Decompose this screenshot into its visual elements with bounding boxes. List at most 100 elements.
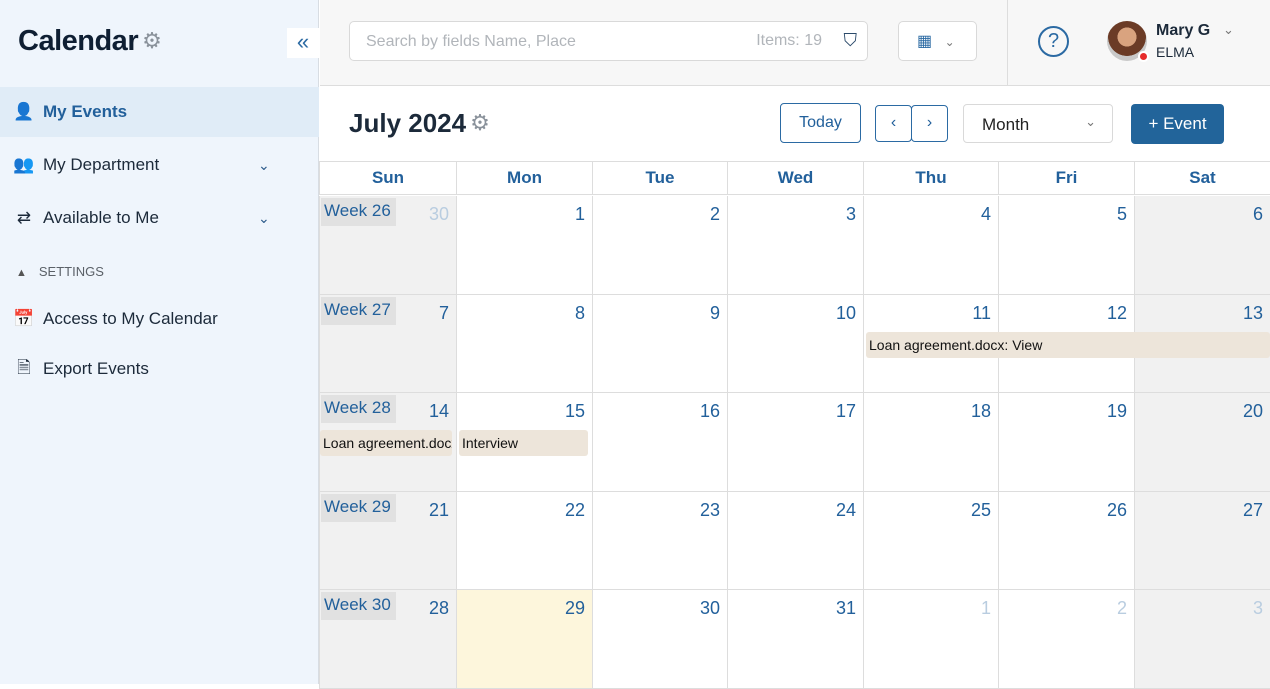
today-button[interactable]: Today <box>780 103 861 143</box>
day-number[interactable]: 14 <box>429 401 449 422</box>
day-cell[interactable]: 10 <box>727 294 863 393</box>
event-chip[interactable]: Interview <box>459 430 588 456</box>
day-cell[interactable]: 1 <box>456 196 592 295</box>
day-number[interactable]: 16 <box>700 401 720 422</box>
sidebar-item-my-events[interactable]: 👤 My Events <box>0 87 319 137</box>
user-name[interactable]: Mary G <box>1156 22 1210 40</box>
day-cell[interactable]: 1 <box>863 590 998 689</box>
prev-month-button[interactable]: ‹ <box>875 105 912 142</box>
day-number[interactable]: 29 <box>565 598 585 619</box>
day-number[interactable]: 23 <box>700 500 720 521</box>
day-number[interactable]: 17 <box>836 401 856 422</box>
chevron-down-icon[interactable]: ⌄ <box>1223 22 1234 38</box>
day-number[interactable]: 27 <box>1243 500 1263 521</box>
items-count: Items: 19 <box>756 32 822 49</box>
day-number[interactable]: 19 <box>1107 401 1127 422</box>
day-cell[interactable]: 28 Week 30 <box>319 590 456 689</box>
view-select[interactable]: Month ⌄ <box>963 104 1113 143</box>
calendar-edit-icon: 📅 <box>13 309 35 328</box>
day-number[interactable]: 10 <box>836 303 856 324</box>
gear-icon[interactable]: ⚙ <box>142 28 162 54</box>
sidebar-item-available-to-me[interactable]: ⇄ Available to Me ⌄ <box>0 193 319 243</box>
week-label[interactable]: Week 30 <box>321 592 396 620</box>
day-number[interactable]: 5 <box>1117 204 1127 225</box>
day-cell[interactable]: 19 <box>998 393 1134 492</box>
day-number[interactable]: 12 <box>1107 303 1127 324</box>
search-input[interactable]: Search by fields Name, Place Items: 19 ⛉ <box>349 21 868 61</box>
sidebar-item-export-events[interactable]: 🗎 Export Events <box>0 344 319 394</box>
event-chip[interactable]: Loan agreement.docx: View <box>320 430 452 456</box>
gear-icon[interactable]: ⚙ <box>470 110 490 136</box>
week-label[interactable]: Week 28 <box>321 395 396 423</box>
day-number[interactable]: 30 <box>429 204 449 225</box>
day-number[interactable]: 1 <box>981 598 991 619</box>
day-number[interactable]: 6 <box>1253 204 1263 225</box>
day-cell[interactable]: 4 <box>863 196 998 295</box>
day-cell[interactable]: 3 <box>1134 590 1270 689</box>
avatar[interactable] <box>1107 21 1149 62</box>
day-cell[interactable]: 7 Week 27 <box>319 294 456 393</box>
day-cell[interactable]: 18 <box>863 393 998 492</box>
settings-section-toggle[interactable]: ▲ SETTINGS <box>16 264 104 279</box>
day-number[interactable]: 13 <box>1243 303 1263 324</box>
day-number[interactable]: 28 <box>429 598 449 619</box>
day-cell[interactable]: 2 <box>998 590 1134 689</box>
week-label[interactable]: Week 26 <box>321 198 396 226</box>
sidebar-item-access-to-my-calendar[interactable]: 📅 Access to My Calendar <box>0 294 319 344</box>
event-chip[interactable]: Loan agreement.docx: View <box>866 331 1270 358</box>
day-number[interactable]: 24 <box>836 500 856 521</box>
day-cell[interactable]: 29 <box>456 590 592 689</box>
day-number[interactable]: 3 <box>846 204 856 225</box>
day-cell[interactable]: 30 <box>592 590 727 689</box>
day-cell[interactable]: 24 <box>727 491 863 590</box>
day-number[interactable]: 2 <box>1117 598 1127 619</box>
add-event-button[interactable]: + Event <box>1131 104 1224 144</box>
week-label[interactable]: Week 27 <box>321 296 396 325</box>
day-cell[interactable]: 23 <box>592 491 727 590</box>
day-cell[interactable]: 5 <box>998 196 1134 295</box>
day-number[interactable]: 26 <box>1107 500 1127 521</box>
chevron-down-icon[interactable]: ⌄ <box>258 210 270 227</box>
day-cell[interactable]: 26 <box>998 491 1134 590</box>
day-number[interactable]: 20 <box>1243 401 1263 422</box>
calendar-picker-button[interactable]: ▦ ⌄ <box>898 21 977 61</box>
day-cell[interactable]: 2 <box>592 196 727 295</box>
day-cell[interactable]: 20 <box>1134 393 1270 492</box>
day-number[interactable]: 11 <box>972 303 991 324</box>
next-month-button[interactable]: › <box>911 105 948 142</box>
help-icon[interactable]: ? <box>1038 26 1069 57</box>
day-number[interactable]: 30 <box>700 598 720 619</box>
week-label[interactable]: Week 29 <box>321 493 396 522</box>
day-number[interactable]: 2 <box>710 204 720 225</box>
day-cell[interactable]: 16 <box>592 393 727 492</box>
day-number[interactable]: 4 <box>981 204 991 225</box>
day-cell[interactable]: 21 Week 29 <box>319 491 456 590</box>
day-cell[interactable]: 17 <box>727 393 863 492</box>
day-number[interactable]: 18 <box>971 401 991 422</box>
day-cell[interactable]: 9 <box>592 294 727 393</box>
sidebar-item-my-department[interactable]: 👥 My Department ⌄ <box>0 140 319 190</box>
day-cell[interactable]: 27 <box>1134 491 1270 590</box>
day-cell[interactable]: 6 <box>1134 196 1270 295</box>
day-number[interactable]: 31 <box>836 598 856 619</box>
day-cell[interactable]: 3 <box>727 196 863 295</box>
filter-icon[interactable]: ⛉ <box>844 30 858 51</box>
day-cell[interactable]: 25 <box>863 491 998 590</box>
day-number[interactable]: 9 <box>710 303 720 324</box>
day-number[interactable]: 7 <box>439 303 449 324</box>
day-number[interactable]: 21 <box>429 500 449 521</box>
sidebar-item-label: My Department <box>43 155 160 174</box>
day-number[interactable]: 15 <box>565 401 585 422</box>
chevron-left-icon: ‹ <box>890 114 897 131</box>
day-number[interactable]: 1 <box>575 204 585 225</box>
collapse-sidebar-button[interactable]: « <box>287 28 319 58</box>
chevron-down-icon[interactable]: ⌄ <box>258 157 270 174</box>
day-number[interactable]: 25 <box>971 500 991 521</box>
day-number[interactable]: 22 <box>565 500 585 521</box>
day-number[interactable]: 3 <box>1253 598 1263 619</box>
day-cell[interactable]: 22 <box>456 491 592 590</box>
day-cell[interactable]: 30 Week 26 <box>319 196 456 295</box>
day-cell[interactable]: 8 <box>456 294 592 393</box>
day-number[interactable]: 8 <box>575 303 585 324</box>
day-cell[interactable]: 31 <box>727 590 863 689</box>
